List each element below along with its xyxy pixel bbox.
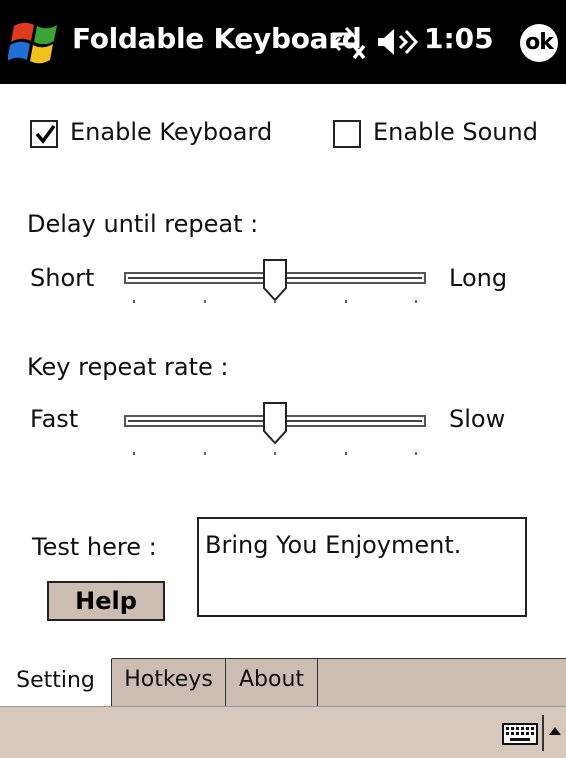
rate-slider-thumb[interactable] (262, 401, 288, 445)
delay-min-label: Short (30, 264, 95, 292)
enable-sound-label[interactable]: Enable Sound (373, 118, 538, 146)
rate-tick (344, 452, 347, 455)
test-label: Test here : (32, 533, 157, 561)
tab-about[interactable]: About (226, 658, 318, 706)
test-input[interactable]: Bring You Enjoyment. (197, 517, 527, 617)
enable-keyboard-checkbox[interactable] (30, 120, 58, 148)
clock[interactable]: 1:05 (424, 22, 494, 55)
arrow-up-icon[interactable] (548, 725, 562, 737)
enable-sound-checkbox[interactable] (333, 120, 361, 148)
ok-button[interactable]: ok (520, 24, 558, 62)
checkmark-icon (35, 124, 56, 144)
help-button[interactable]: Help (47, 581, 165, 621)
delay-tick (274, 300, 276, 303)
menu-separator (542, 715, 544, 751)
delay-tick (203, 300, 206, 303)
delay-tick (133, 300, 135, 303)
enable-keyboard-label[interactable]: Enable Keyboard (70, 118, 272, 146)
keyboard-icon[interactable] (502, 723, 538, 745)
rate-tick (133, 452, 135, 455)
delay-tick (415, 300, 417, 303)
rate-tick (415, 452, 417, 455)
rate-min-label: Fast (30, 405, 79, 433)
tab-hotkeys[interactable]: Hotkeys (112, 658, 226, 706)
delay-tick (344, 300, 347, 303)
rate-tick (203, 452, 206, 455)
rate-tick (274, 452, 276, 455)
title-bar: Foldable Keyboard 1:05 ok (0, 0, 566, 84)
connectivity-icon[interactable] (328, 24, 368, 60)
delay-max-label: Long (449, 264, 508, 292)
windows-start-icon[interactable] (8, 14, 64, 70)
rate-label: Key repeat rate : (27, 353, 229, 381)
delay-slider-thumb[interactable] (262, 258, 288, 302)
volume-icon[interactable] (376, 26, 420, 58)
tab-setting[interactable]: Setting (0, 658, 112, 706)
menu-bar (0, 706, 566, 758)
rate-max-label: Slow (449, 405, 506, 433)
delay-label: Delay until repeat : (27, 210, 259, 238)
tab-strip: Setting Hotkeys About (0, 658, 566, 706)
test-input-value: Bring You Enjoyment. (205, 531, 462, 559)
app-title: Foldable Keyboard (72, 22, 362, 55)
